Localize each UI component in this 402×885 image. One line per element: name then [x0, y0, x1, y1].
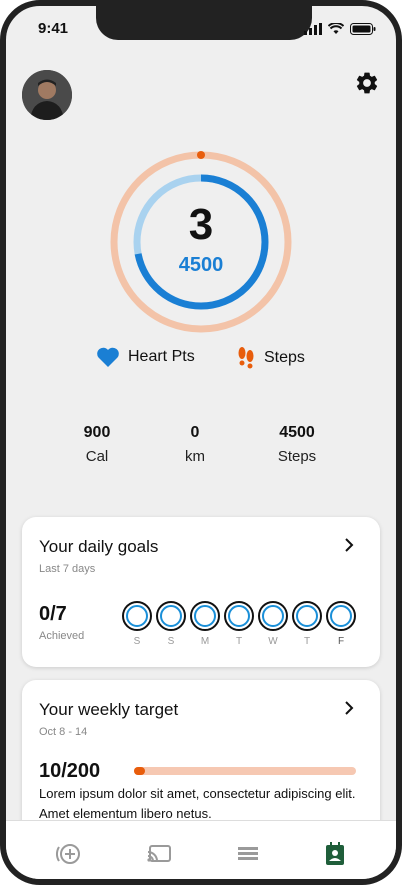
stat-steps: 4500 Steps	[247, 424, 347, 465]
daily-goals-title: Your daily goals	[39, 537, 159, 556]
day-indicator: F	[326, 601, 356, 647]
stat-value: 4500	[279, 424, 315, 441]
weekly-target-progress-fill	[134, 767, 146, 775]
signal-icon	[304, 23, 322, 35]
heart-icon	[97, 347, 119, 367]
profile-icon[interactable]	[320, 839, 350, 869]
day-ring-icon	[122, 601, 152, 631]
day-indicator: W	[258, 601, 288, 647]
legend-heart-label: Heart Pts	[128, 348, 195, 365]
daily-goals-achieved: 0/7	[39, 603, 67, 625]
chevron-right-icon[interactable]	[342, 701, 356, 715]
heart-points-value: 3	[188, 200, 214, 249]
chevron-right-icon[interactable]	[342, 538, 356, 552]
cast-icon[interactable]	[144, 839, 174, 869]
stat-value: 0	[190, 424, 200, 441]
avatar[interactable]	[22, 70, 72, 120]
daily-goals-card[interactable]: Your daily goals Last 7 days 0/7 Achieve…	[22, 517, 380, 667]
status-icons	[304, 23, 376, 35]
weekly-target-progress-bar	[134, 767, 356, 775]
add-activity-icon[interactable]	[54, 839, 84, 869]
day-label: F	[337, 636, 345, 647]
day-label: T	[235, 636, 243, 647]
weekly-target-title: Your weekly target	[39, 700, 179, 719]
day-label: T	[303, 636, 311, 647]
stat-unit: Cal	[85, 448, 109, 465]
journal-icon[interactable]	[232, 839, 262, 869]
wifi-icon	[328, 23, 344, 34]
legend-steps: Steps	[236, 346, 305, 370]
day-ring-icon	[258, 601, 288, 631]
footsteps-icon	[238, 347, 254, 369]
activity-ring[interactable]: 3 4500	[107, 148, 295, 336]
day-indicator: M	[190, 601, 220, 647]
settings-gear-icon[interactable]	[354, 70, 380, 96]
day-label: S	[167, 636, 175, 647]
day-ring-icon	[326, 601, 356, 631]
battery-icon	[350, 23, 376, 35]
day-ring-icon	[190, 601, 220, 631]
day-indicator: S	[122, 601, 152, 647]
stat-unit: Steps	[277, 448, 317, 465]
stat-calories: 900 Cal	[47, 424, 147, 465]
day-label: S	[133, 636, 141, 647]
phone-frame: 9:41 3 4500 Heart Pts Steps 900 Cal 0 km…	[0, 0, 402, 885]
status-time: 9:41	[38, 20, 69, 37]
day-ring-icon	[292, 601, 322, 631]
day-ring-icon	[156, 601, 186, 631]
day-label: W	[268, 636, 278, 647]
stat-value: 900	[83, 424, 111, 441]
notch	[96, 6, 312, 40]
day-indicator: T	[292, 601, 322, 647]
stat-unit: km	[185, 448, 205, 465]
stat-distance: 0 km	[145, 424, 245, 465]
legend-steps-label: Steps	[264, 349, 305, 366]
day-indicator: T	[224, 601, 254, 647]
heart-pts-marker	[197, 151, 205, 159]
daily-goals-achieved-label: Achieved	[39, 630, 85, 642]
day-indicator: S	[156, 601, 186, 647]
weekly-target-value: 10/200	[39, 760, 101, 782]
day-label: M	[200, 636, 210, 647]
day-ring-icon	[224, 601, 254, 631]
avatar-image	[22, 70, 72, 120]
weekly-target-description: Lorem ipsum dolor sit amet, consectetur …	[39, 786, 356, 821]
daily-goals-subtitle: Last 7 days	[39, 563, 96, 575]
steps-value: 4500	[178, 254, 224, 276]
bottom-nav	[6, 820, 396, 879]
legend-heart-pts: Heart Pts	[96, 346, 195, 368]
weekly-target-subtitle: Oct 8 - 14	[39, 726, 88, 738]
